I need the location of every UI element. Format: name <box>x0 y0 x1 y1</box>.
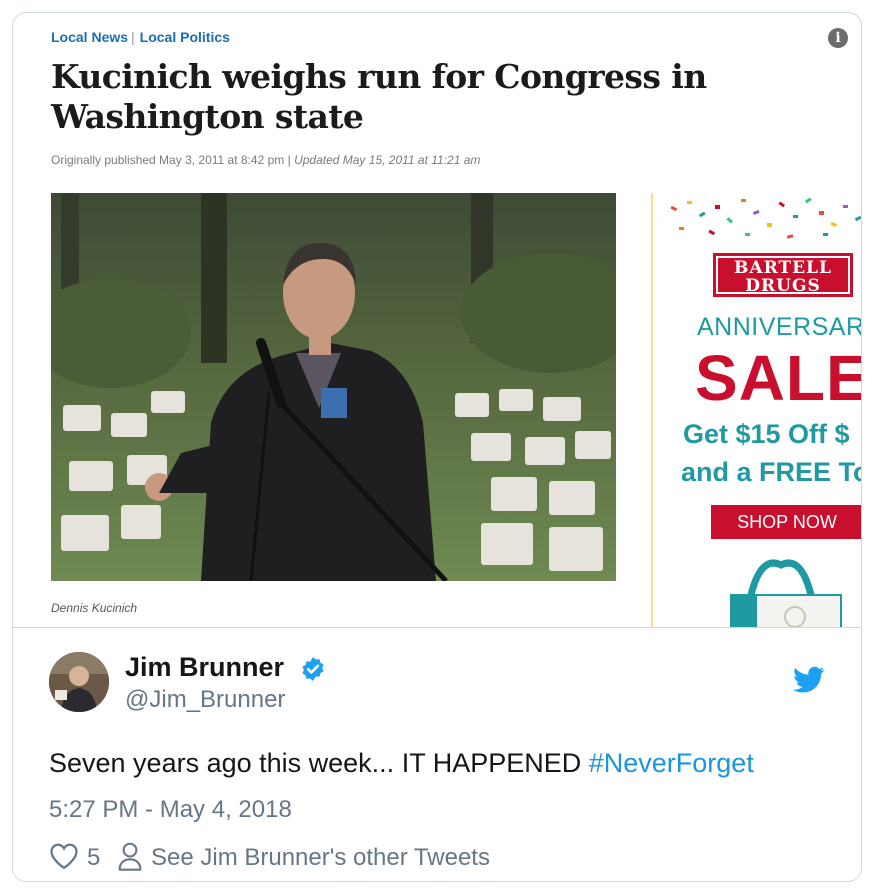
photo-illustration <box>51 193 616 581</box>
article-photo <box>51 193 616 581</box>
article-dateline: Originally published May 3, 2011 at 8:42… <box>51 153 480 167</box>
heart-icon[interactable] <box>49 842 79 870</box>
person-icon <box>118 842 142 871</box>
ad-offer-line-1: Get $15 Off $ <box>683 419 850 449</box>
tweet-body: Seven years ago this week... IT HAPPENED <box>49 748 589 778</box>
like-count[interactable]: 5 <box>87 844 100 872</box>
confetti-decoration <box>670 197 861 239</box>
article-headline[interactable]: Kucinich weighs run for Congress in Wash… <box>51 57 861 137</box>
ad-sale-text: SALE <box>695 342 861 414</box>
ad-anniversary-text: ANNIVERSAR <box>697 313 861 341</box>
category-local-news[interactable]: Local News <box>51 29 128 45</box>
brand-line-2: DRUGS <box>745 276 821 296</box>
twitter-bird-icon[interactable] <box>793 666 825 694</box>
tote-bag-icon <box>730 559 842 627</box>
updated-date: Updated May 15, 2011 at 11:21 am <box>294 153 481 167</box>
brand-line-1: BARTELL <box>734 258 832 278</box>
ad-offer-line-2: and a FREE To <box>681 457 861 487</box>
tweet[interactable]: Jim Brunner @Jim_Brunner Seven years ago… <box>13 627 861 881</box>
hashtag-link[interactable]: #NeverForget <box>589 748 754 778</box>
info-icon[interactable]: i <box>828 28 848 48</box>
see-other-tweets-link[interactable]: See Jim Brunner's other Tweets <box>151 844 490 872</box>
tweet-timestamp[interactable]: 5:27 PM - May 4, 2018 <box>49 796 292 824</box>
published-date: Originally published May 3, 2011 at 8:42… <box>51 153 285 167</box>
tweet-text: Seven years ago this week... IT HAPPENED… <box>49 748 754 779</box>
photo-caption: Dennis Kucinich <box>51 601 138 615</box>
category-local-politics[interactable]: Local Politics <box>140 29 230 45</box>
verified-badge-icon <box>302 657 324 681</box>
article-preview[interactable]: Local News | Local Politics i Kucinich wei… <box>13 13 861 627</box>
avatar[interactable] <box>49 652 109 712</box>
avatar-image <box>49 652 109 712</box>
author-handle[interactable]: @Jim_Brunner <box>125 686 285 714</box>
bartell-drugs-logo: BARTELL DRUGS <box>713 253 853 297</box>
author-name[interactable]: Jim Brunner <box>125 652 284 683</box>
shop-now-button[interactable]: SHOP NOW <box>711 505 861 539</box>
article-categories: Local News | Local Politics <box>51 29 230 45</box>
category-separator: | <box>131 29 135 45</box>
date-separator: | <box>287 153 291 167</box>
advertisement[interactable]: BARTELL DRUGS ANNIVERSAR SALE Get $15 Of… <box>651 193 861 627</box>
embedded-tweet-card: Local News | Local Politics i Kucinich wei… <box>12 12 862 882</box>
